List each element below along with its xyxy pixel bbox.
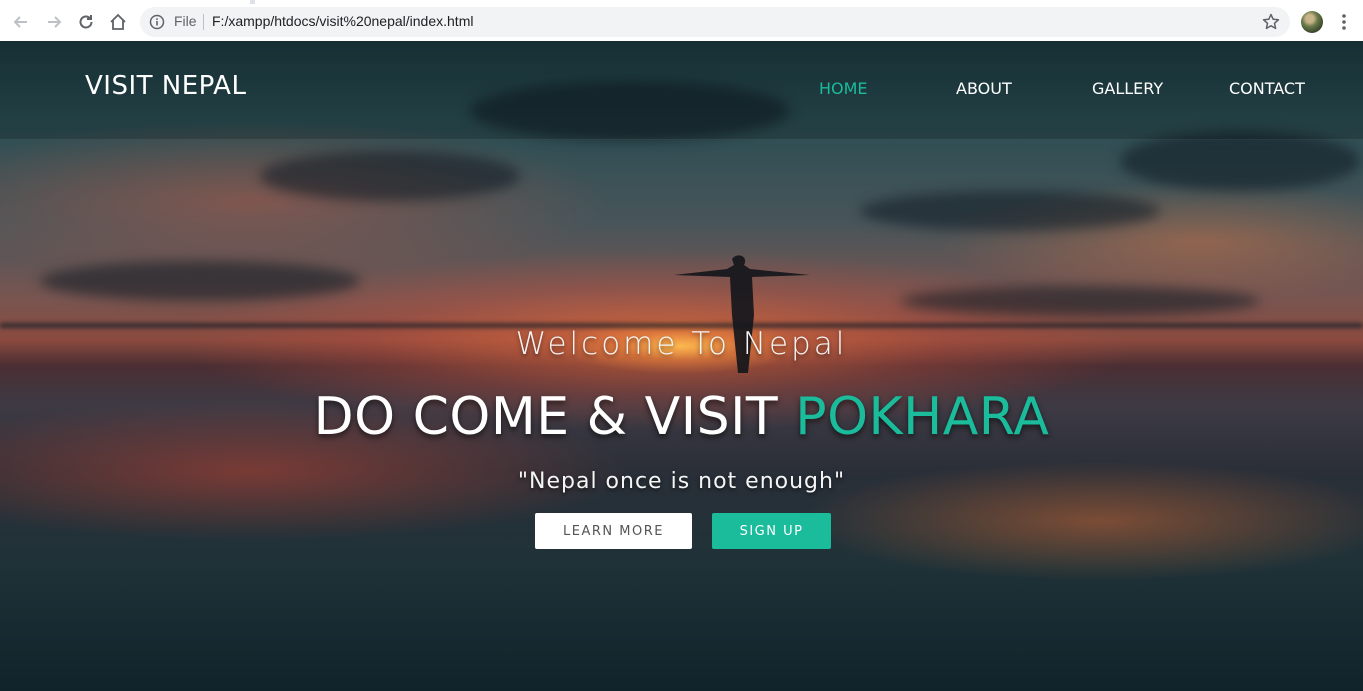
browser-chrome: File F:/xampp/htdocs/visit%20nepal/index…	[0, 0, 1363, 41]
learn-more-button[interactable]: LEARN MORE	[535, 513, 692, 549]
hero-tagline: "Nepal once is not enough"	[517, 469, 846, 494]
sign-up-button[interactable]: SIGN UP	[712, 513, 831, 549]
hero-welcome-text: Welcome To Nepal	[515, 326, 848, 362]
info-icon[interactable]	[149, 14, 165, 30]
star-icon[interactable]	[1260, 11, 1282, 33]
hero-headline-main: DO COME & VISIT	[313, 387, 779, 447]
nav-item-home[interactable]: HOME	[819, 79, 868, 98]
cloud-shape	[40, 261, 360, 301]
nav-item-about[interactable]: ABOUT	[956, 79, 1012, 98]
address-bar[interactable]: File F:/xampp/htdocs/visit%20nepal/index…	[140, 7, 1290, 37]
home-icon[interactable]	[106, 10, 130, 34]
hero-headline: DO COME & VISIT POKHARA	[0, 387, 1363, 447]
file-scheme-label: File	[174, 13, 197, 29]
reload-icon[interactable]	[74, 10, 98, 34]
nav-item-contact[interactable]: CONTACT	[1229, 79, 1305, 98]
site-navbar: VISIT NEPAL HOME ABOUT GALLERY CONTACT	[0, 41, 1363, 140]
cloud-shape	[260, 151, 520, 201]
back-arrow-icon[interactable]	[9, 10, 33, 34]
tab-strip	[0, 0, 1363, 4]
tab-active[interactable]	[255, 0, 1363, 4]
divider	[203, 14, 204, 30]
cloud-shape	[1120, 131, 1360, 191]
forward-arrow-icon[interactable]	[42, 10, 66, 34]
profile-avatar[interactable]	[1301, 11, 1323, 33]
menu-dots-icon[interactable]	[1336, 11, 1352, 33]
cloud-shape	[860, 191, 1160, 231]
cloud-shape	[900, 286, 1260, 316]
hero-section: VISIT NEPAL HOME ABOUT GALLERY CONTACT W…	[0, 41, 1363, 691]
site-brand-logo[interactable]: VISIT NEPAL	[85, 71, 246, 101]
url-text[interactable]: F:/xampp/htdocs/visit%20nepal/index.html	[212, 13, 473, 29]
hero-headline-accent: POKHARA	[795, 387, 1050, 447]
nav-item-gallery[interactable]: GALLERY	[1092, 79, 1163, 98]
tab-inactive[interactable]	[0, 0, 250, 4]
